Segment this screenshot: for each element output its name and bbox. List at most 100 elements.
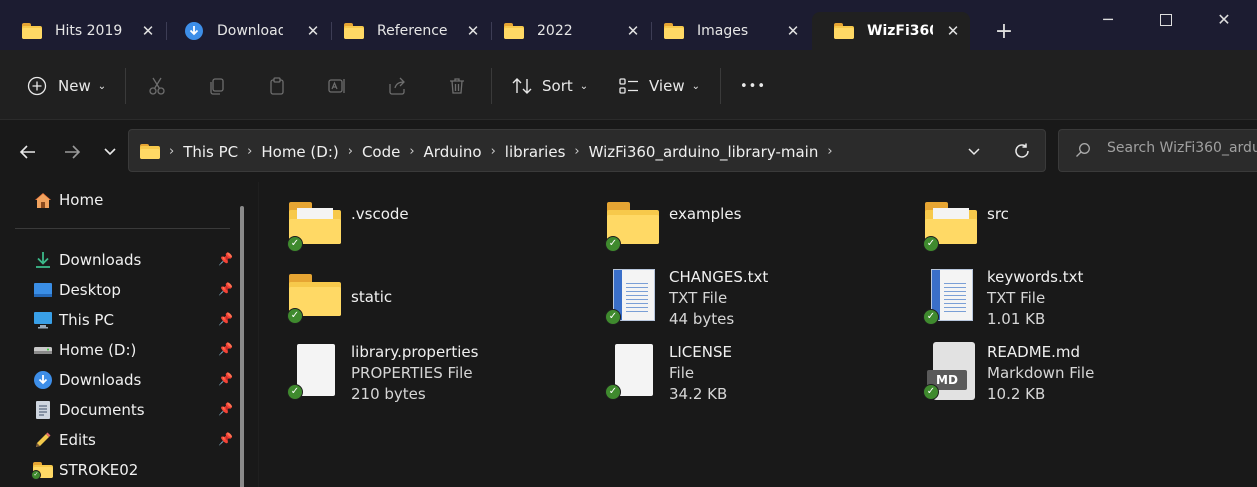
breadcrumb-this-pc[interactable]: This PC [183,143,238,161]
sidebar-item-documents[interactable]: Documents [33,398,145,422]
sort-button[interactable]: Sort ⌄ [511,72,588,100]
file-name: CHANGES.txt [669,268,769,286]
chevron-right-icon: › [169,144,175,159]
tab-label: Downloads [217,23,283,39]
search-box[interactable] [1058,129,1257,172]
folder-icon [344,23,364,39]
search-input[interactable] [1107,140,1257,156]
folder-icon: ✓ [605,198,661,258]
file-list: ✓ .vscode ✓ examples ✓ src ✓ static ✓ CH… [258,182,1257,487]
tab-images[interactable]: Images ✕ [642,12,810,50]
sort-label: Sort [542,77,573,95]
view-button[interactable]: View ⌄ [618,72,700,100]
maximize-button[interactable] [1154,8,1178,32]
blank-file-icon: ✓ [287,342,343,402]
forward-button[interactable] [60,140,84,164]
file-item-changes-txt[interactable]: ✓ CHANGES.txt TXT File 44 bytes [577,267,877,329]
paste-button[interactable] [266,72,288,100]
file-item-readme-md[interactable]: MD ✓ README.md Markdown File 10.2 KB [895,342,1195,404]
sidebar-scrollbar[interactable] [240,206,244,487]
tab-label: References [377,23,447,39]
file-type: File [669,364,695,382]
refresh-button[interactable] [1013,139,1031,165]
new-button[interactable]: New ⌄ [26,72,106,100]
pin-icon: 📌 [218,342,233,356]
chevron-down-icon: ⌄ [691,80,700,92]
file-size: 210 bytes [351,385,426,403]
close-icon[interactable]: ✕ [304,22,322,40]
folder-icon [504,23,524,39]
tab-downloads[interactable]: Downloads ✕ [162,12,330,50]
pin-icon: 📌 [218,252,233,266]
sidebar-item-stroke02[interactable]: ✓ STROKE02 [31,458,139,482]
address-row: › This PC › Home (D:) › Code › Arduino ›… [0,120,1257,182]
folder-icon [22,23,42,39]
cut-button[interactable] [146,72,168,100]
rename-button[interactable] [326,72,348,100]
file-item-examples[interactable]: ✓ examples [577,198,877,260]
close-icon[interactable]: ✕ [139,22,157,40]
desktop-icon [33,280,53,300]
folder-icon: ✓ [31,460,53,480]
sidebar-item-label: Home (D:) [59,341,137,359]
text-file-icon: ✓ [605,267,661,327]
sidebar-item-label: STROKE02 [59,461,139,479]
address-bar[interactable]: › This PC › Home (D:) › Code › Arduino ›… [128,129,1046,172]
file-type: TXT File [669,289,728,307]
pin-icon: 📌 [218,312,233,326]
file-name: src [987,205,1009,223]
share-button[interactable] [386,72,408,100]
navigation-pane: Home Downloads 📌 Desktop 📌 This PC 📌 Hom… [0,182,248,487]
breadcrumb-wizfi360[interactable]: WizFi360_arduino_library-main [589,143,819,161]
tab-references[interactable]: References ✕ [322,12,490,50]
close-icon[interactable]: ✕ [944,22,962,40]
tab-2022[interactable]: 2022 ✕ [482,12,650,50]
sidebar-item-this-pc[interactable]: This PC [33,308,114,332]
sidebar-item-desktop[interactable]: Desktop [33,278,121,302]
file-item-static[interactable]: ✓ static [259,268,559,330]
chevron-right-icon: › [827,144,833,159]
chevron-right-icon: › [247,144,253,159]
breadcrumb-home-d[interactable]: Home (D:) [261,143,338,161]
chevron-right-icon: › [347,144,353,159]
close-window-button[interactable]: ✕ [1212,8,1236,32]
pin-icon: 📌 [218,432,233,446]
more-icon: ••• [740,78,767,94]
sidebar-item-downloads[interactable]: Downloads [33,248,141,272]
delete-button[interactable] [446,72,468,100]
file-size: 10.2 KB [987,385,1046,403]
close-icon[interactable]: ✕ [464,22,482,40]
tab-hits-2019[interactable]: Hits 2019 ✕ [0,12,165,50]
chevron-right-icon: › [409,144,415,159]
sync-check-icon: ✓ [287,236,303,252]
file-item-library-properties[interactable]: ✓ library.properties PROPERTIES File 210… [259,342,559,404]
breadcrumb-code[interactable]: Code [362,143,400,161]
file-item-vscode[interactable]: ✓ .vscode [259,198,559,260]
breadcrumb-arduino[interactable]: Arduino [424,143,482,161]
new-tab-button[interactable]: + [992,20,1016,44]
share-icon [386,75,408,97]
close-icon[interactable]: ✕ [784,22,802,40]
download-icon [184,22,204,40]
close-icon[interactable]: ✕ [624,22,642,40]
sidebar-item-downloads-2[interactable]: Downloads [33,368,141,392]
tab-wizfi360[interactable]: WizFi360_arduino_library-main ✕ [812,12,970,50]
sidebar-item-edits[interactable]: Edits [33,428,96,452]
copy-button[interactable] [206,72,228,100]
file-name: library.properties [351,343,479,361]
tab-label: Hits 2019 [55,23,123,39]
breadcrumb-libraries[interactable]: libraries [505,143,566,161]
blank-file-icon: ✓ [605,342,661,402]
breadcrumb: › This PC › Home (D:) › Code › Arduino ›… [129,130,842,173]
back-button[interactable] [16,140,40,164]
file-item-license[interactable]: ✓ LICENSE File 34.2 KB [577,342,877,404]
more-options-button[interactable]: ••• [740,72,766,100]
sidebar-item-home[interactable]: Home [33,188,103,212]
sidebar-item-home-d[interactable]: Home (D:) [33,338,136,362]
file-item-keywords-txt[interactable]: ✓ keywords.txt TXT File 1.01 KB [895,267,1195,329]
pin-icon: 📌 [218,372,233,386]
minimize-button[interactable]: ─ [1096,8,1120,32]
address-history-dropdown[interactable] [967,141,981,163]
file-item-src[interactable]: ✓ src [895,198,1195,260]
recent-locations-button[interactable] [98,140,122,164]
